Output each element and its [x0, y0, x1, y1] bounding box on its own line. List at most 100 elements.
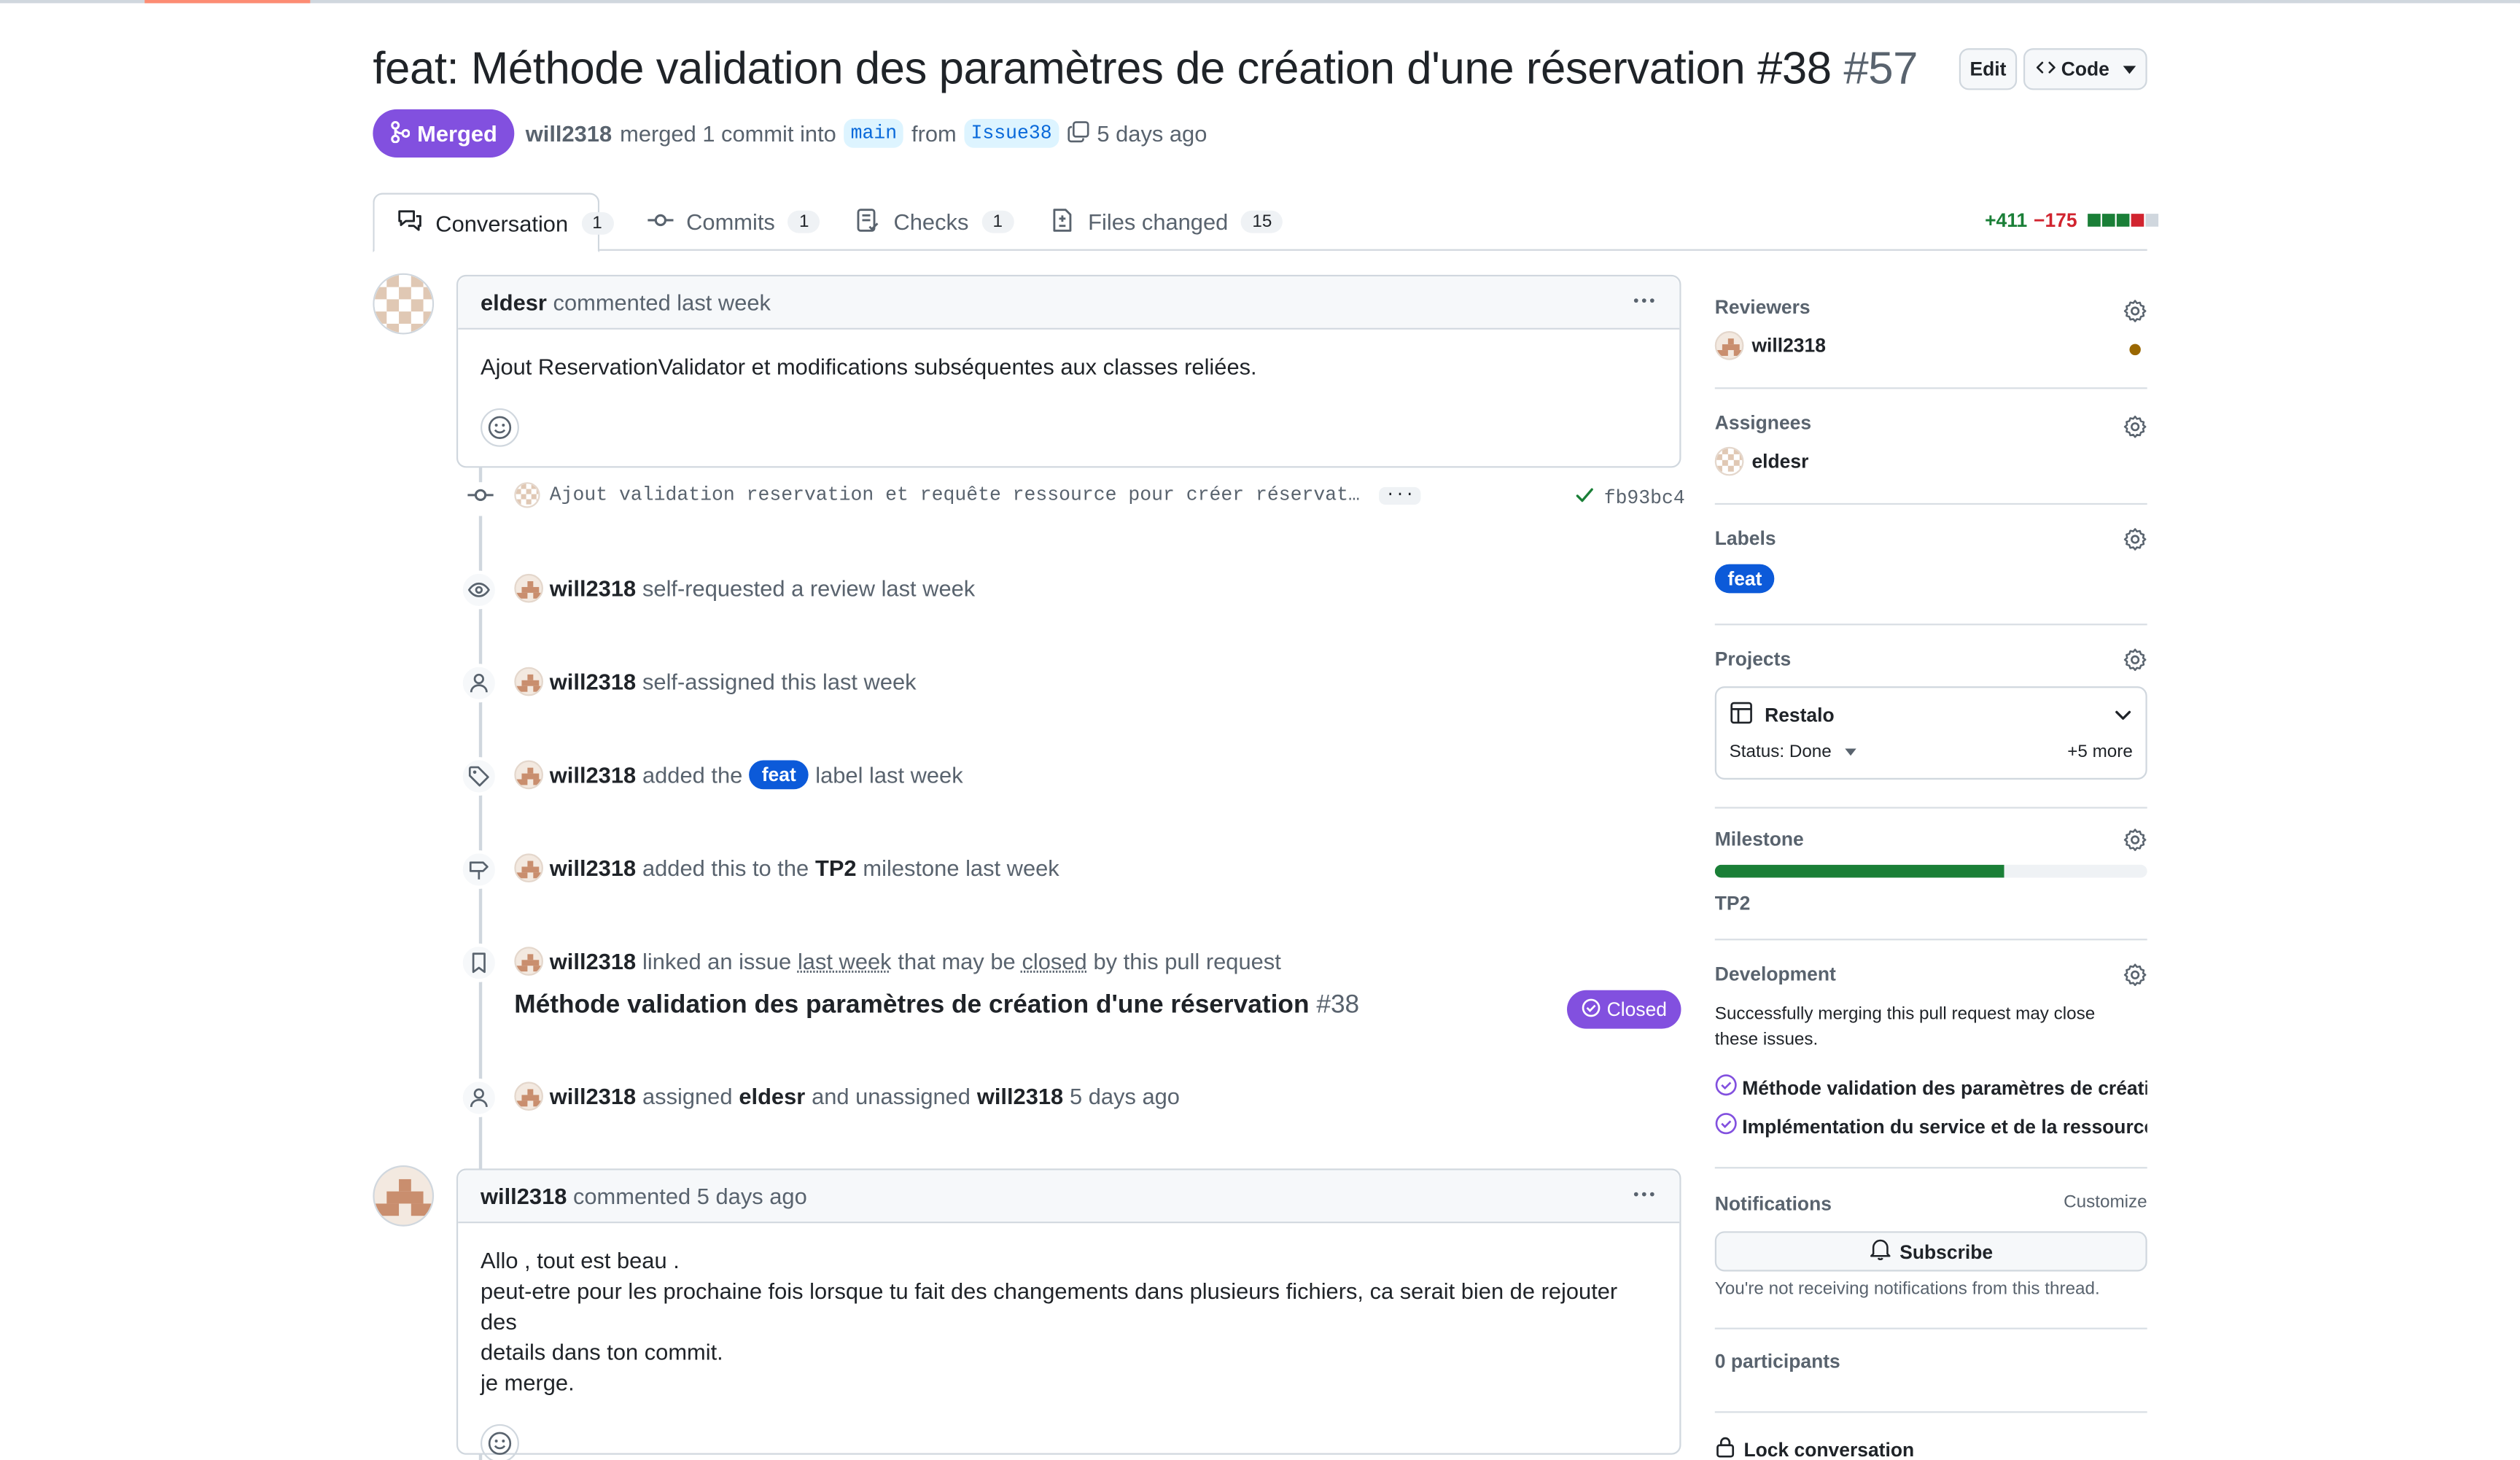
- comment-card: will2318 commented 5 days ago Allo , tou…: [456, 1168, 1681, 1454]
- assignee-link[interactable]: eldesr: [739, 1084, 805, 1109]
- tab-files-changed[interactable]: Files changed 15: [1027, 193, 1305, 250]
- reviewer-item[interactable]: will2318: [1715, 331, 2147, 360]
- linked-issue-number: #38: [1316, 992, 1359, 1019]
- project-status-dropdown[interactable]: Status: Done: [1730, 742, 1856, 761]
- comment-author[interactable]: eldesr: [481, 290, 547, 315]
- tab-checks[interactable]: Checks 1: [833, 193, 1037, 250]
- milestone-link[interactable]: TP2: [815, 855, 857, 881]
- commit-message[interactable]: Ajout validation reservation et requête …: [550, 484, 1360, 506]
- event-text: milestone last week: [863, 855, 1059, 881]
- git-commit-icon: [648, 206, 673, 237]
- event-actor[interactable]: will2318: [550, 1084, 636, 1109]
- head-branch[interactable]: Issue38: [965, 119, 1059, 148]
- person-icon: [459, 1079, 498, 1117]
- add-reaction-button[interactable]: [481, 408, 519, 447]
- check-icon[interactable]: [1575, 486, 1594, 511]
- event-text: added this to the: [642, 855, 809, 881]
- project-more-link[interactable]: +5 more: [2067, 742, 2133, 761]
- avatar[interactable]: [514, 667, 543, 696]
- top-border: [0, 0, 2520, 3]
- edit-title-button[interactable]: Edit: [1959, 48, 2017, 90]
- diffstat[interactable]: +411 −175: [1985, 209, 2147, 232]
- gear-icon[interactable]: [2123, 648, 2147, 680]
- avatar[interactable]: [514, 853, 543, 882]
- label-feat[interactable]: feat: [749, 761, 809, 790]
- tab-label: Conversation: [435, 210, 568, 236]
- customize-link[interactable]: Customize: [2064, 1192, 2147, 1211]
- event-milestone-added: will2318 added this to the TP2 milestone…: [514, 853, 1059, 882]
- event-actor[interactable]: will2318: [550, 762, 636, 788]
- merge-time: 5 days ago: [1097, 120, 1207, 146]
- gear-icon[interactable]: [2123, 415, 2147, 447]
- assignee-item[interactable]: eldesr: [1715, 447, 2147, 476]
- commit-status: fb93bc4: [1575, 486, 1685, 511]
- milestone-icon: [459, 850, 498, 889]
- avatar[interactable]: [373, 1165, 434, 1227]
- git-merge-icon: [390, 120, 409, 147]
- gear-icon[interactable]: [2123, 963, 2147, 995]
- avatar[interactable]: [514, 482, 540, 508]
- sidebar-projects: Projects Restalo Status: Done +5 more: [1715, 648, 2147, 808]
- lock-conversation-button[interactable]: Lock conversation: [1715, 1435, 1914, 1460]
- avatar[interactable]: [514, 574, 543, 603]
- kebab-horizontal-icon[interactable]: [1631, 287, 1657, 317]
- issue-closed-icon: [1715, 1112, 1738, 1139]
- milestone-progress-bar: [1715, 865, 2147, 878]
- comment-card: eldesr commented last week Ajout Reserva…: [456, 275, 1681, 467]
- copy-icon[interactable]: [1067, 120, 1089, 147]
- event-actor[interactable]: will2318: [550, 669, 636, 694]
- event-text: by this pull request: [1093, 948, 1280, 974]
- smiley-icon: [487, 415, 513, 440]
- code-label: Code: [2061, 58, 2109, 80]
- project-header: Restalo: [1730, 701, 1835, 730]
- tab-count: 1: [788, 211, 820, 233]
- dev-issue-link-2[interactable]: Implémentation du service et de la resso…: [1715, 1112, 2147, 1139]
- event-text: self-assigned this last week: [642, 669, 917, 694]
- event-issue-linked: will2318 linked an issue last week that …: [514, 947, 1280, 976]
- nav-active-underline: [144, 0, 310, 3]
- development-text-line: Successfully merging this pull request m…: [1715, 1001, 2096, 1027]
- issue-closed-icon: [1581, 998, 1600, 1022]
- code-dropdown-button[interactable]: Code: [2023, 48, 2147, 90]
- diffstat-bar: [2087, 214, 2159, 227]
- checklist-icon: [855, 206, 881, 237]
- closed-keyword: closed: [1022, 948, 1086, 974]
- avatar[interactable]: [514, 1082, 543, 1111]
- tab-commits[interactable]: Commits 1: [625, 193, 842, 250]
- tab-conversation[interactable]: Conversation 1: [373, 193, 599, 252]
- comment-body: Ajout ReservationValidator et modificati…: [458, 330, 1679, 470]
- tag-icon: [459, 757, 498, 796]
- dev-issue-link-1[interactable]: Méthode validation des paramètres de cré…: [1715, 1073, 2147, 1100]
- dev-issue-title: Implémentation du service et de la resso…: [1742, 1115, 2147, 1138]
- subscribe-button[interactable]: Subscribe: [1715, 1231, 2147, 1271]
- avatar[interactable]: [514, 761, 543, 790]
- avatar[interactable]: [514, 947, 543, 976]
- comment-author[interactable]: will2318: [481, 1183, 567, 1208]
- gear-icon[interactable]: [2123, 828, 2147, 860]
- labels-title: Labels: [1715, 527, 2147, 550]
- gear-icon[interactable]: [2123, 527, 2147, 559]
- avatar[interactable]: [373, 273, 434, 335]
- event-actor[interactable]: will2318: [550, 948, 636, 974]
- milestone-name[interactable]: TP2: [1715, 892, 1751, 915]
- unassignee-link[interactable]: will2318: [977, 1084, 1063, 1109]
- pr-title: feat: Méthode validation des paramètres …: [373, 40, 1918, 98]
- add-reaction-button[interactable]: [481, 1424, 519, 1460]
- commit-sha[interactable]: fb93bc4: [1604, 487, 1685, 510]
- bookmark-icon: [459, 944, 498, 982]
- commit-row: Ajout validation reservation et requête …: [514, 482, 1420, 508]
- gear-icon[interactable]: [2123, 299, 2147, 331]
- event-time-link[interactable]: last week: [798, 948, 892, 974]
- sidebar-labels: Labels feat: [1715, 527, 2147, 625]
- merge-author-link[interactable]: will2318: [526, 120, 612, 146]
- label-feat[interactable]: feat: [1715, 564, 1775, 594]
- event-actor[interactable]: will2318: [550, 855, 636, 881]
- project-card[interactable]: Restalo Status: Done +5 more: [1715, 686, 2147, 780]
- kebab-horizontal-icon[interactable]: [1631, 1181, 1657, 1211]
- linked-issue-title[interactable]: Méthode validation des paramètres de cré…: [514, 992, 1359, 1021]
- event-actor[interactable]: will2318: [550, 575, 636, 601]
- event-text: 5 days ago: [1070, 1084, 1180, 1109]
- commit-expand-button[interactable]: ···: [1379, 486, 1420, 504]
- base-branch[interactable]: main: [844, 119, 903, 148]
- chevron-down-icon[interactable]: [2113, 704, 2132, 733]
